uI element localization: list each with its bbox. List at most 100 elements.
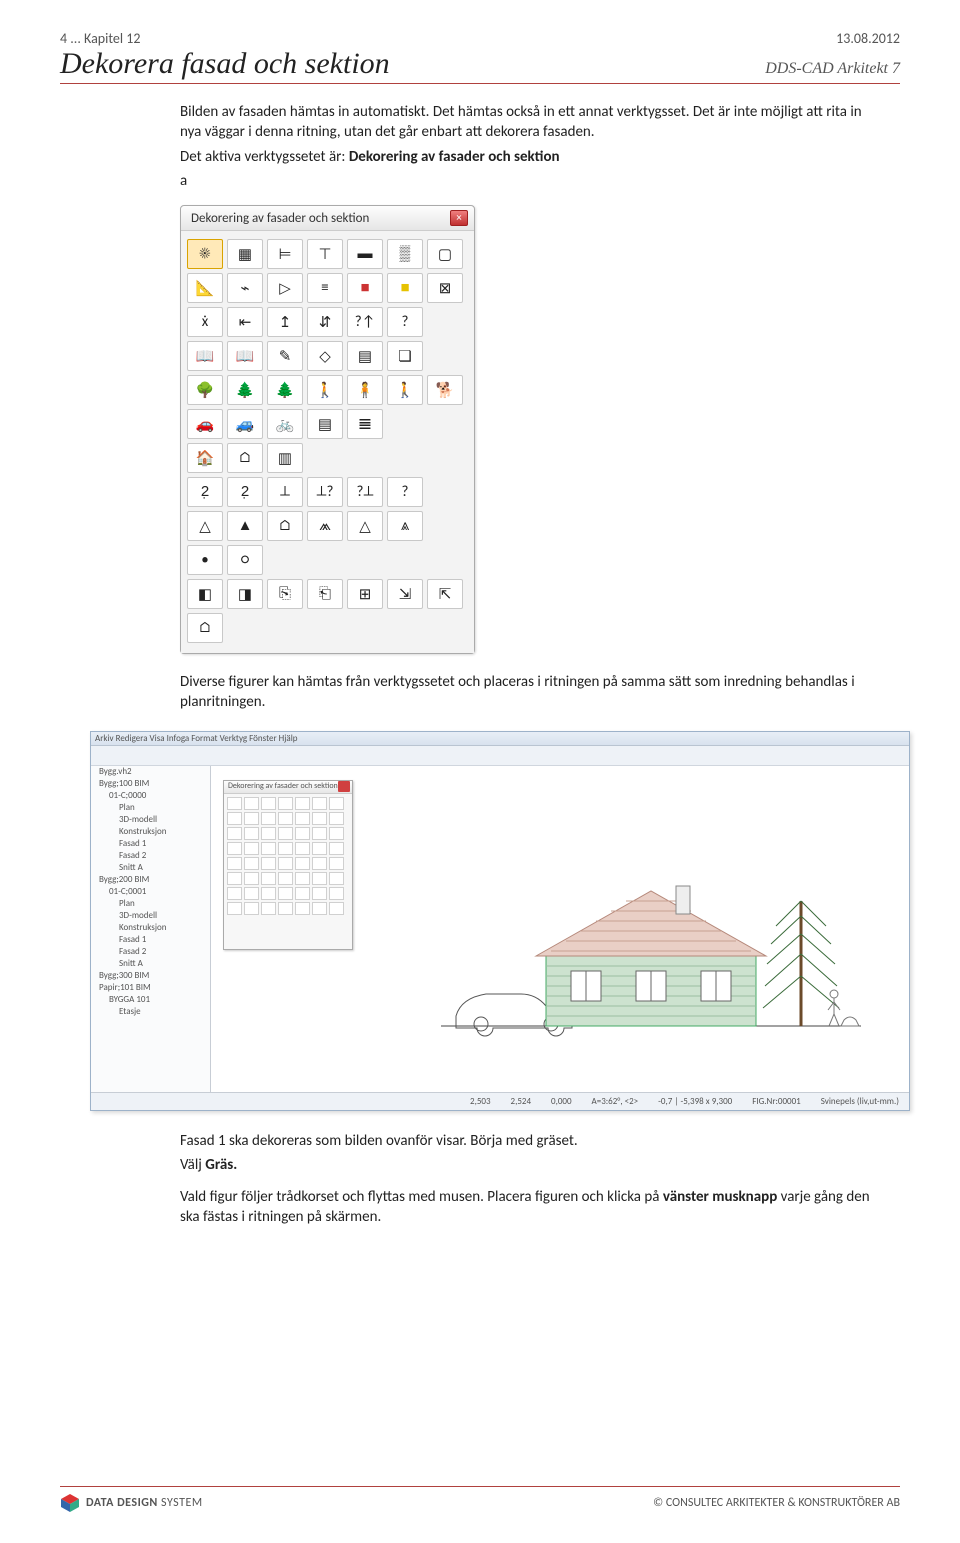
dim-ext1-icon[interactable]: ⟂ xyxy=(267,477,303,507)
mini-tool-icon[interactable] xyxy=(278,857,293,870)
mini-tool-icon[interactable] xyxy=(295,872,310,885)
mini-tool-icon[interactable] xyxy=(227,887,242,900)
dimension-icon[interactable]: ⊤ xyxy=(307,239,343,269)
mini-tool-icon[interactable] xyxy=(244,842,259,855)
roof6-icon[interactable]: ⩓ xyxy=(387,511,423,541)
mini-tool-icon[interactable] xyxy=(329,857,344,870)
mini-tool-icon[interactable] xyxy=(329,887,344,900)
car-red-icon[interactable]: 🚗 xyxy=(187,409,223,439)
arrows-updown-icon[interactable]: ⇵ xyxy=(307,307,343,337)
tree-item[interactable]: Bygg.vh2 xyxy=(91,766,210,778)
mini-tool-icon[interactable] xyxy=(312,797,327,810)
house-fill-icon[interactable]: 🏠 xyxy=(187,443,223,473)
eraser-g-icon[interactable]: ◧ xyxy=(187,579,223,609)
roof3-icon[interactable]: ⌂ xyxy=(267,511,303,541)
mini-tool-icon[interactable] xyxy=(312,887,327,900)
tree-item[interactable]: 3D-modell xyxy=(91,814,210,826)
mini-tool-icon[interactable] xyxy=(295,902,310,915)
mini-tool-icon[interactable] xyxy=(295,827,310,840)
mini-tool-icon[interactable] xyxy=(244,872,259,885)
mini-tool-icon[interactable] xyxy=(295,887,310,900)
mini-tool-icon[interactable] xyxy=(312,902,327,915)
mini-tool-icon[interactable] xyxy=(312,842,327,855)
arrow-up-icon[interactable]: ↥ xyxy=(267,307,303,337)
num-2-2-icon[interactable]: 2̣ xyxy=(227,477,263,507)
sheet-icon[interactable]: ▤ xyxy=(347,341,383,371)
props-icon[interactable]: ⊞ xyxy=(347,579,383,609)
lines-blue-icon[interactable]: ▬ xyxy=(347,239,383,269)
eraser-r-icon[interactable]: ◨ xyxy=(227,579,263,609)
mini-tool-icon[interactable] xyxy=(278,812,293,825)
triangle-right-icon[interactable]: ▷ xyxy=(267,273,303,303)
tree-item[interactable]: Fasad 1 xyxy=(91,934,210,946)
tree-item[interactable]: Bygg;100 BIM xyxy=(91,778,210,790)
roof2-icon[interactable]: ▲ xyxy=(227,511,263,541)
tree-item[interactable]: Konstruksjon xyxy=(91,826,210,838)
copy-doc-icon[interactable]: ⎘ xyxy=(267,579,303,609)
mini-tool-icon[interactable] xyxy=(244,902,259,915)
mini-tool-icon[interactable] xyxy=(244,812,259,825)
roof-button-icon[interactable]: ⌂ xyxy=(187,613,223,643)
bicycle-icon[interactable]: 🚲 xyxy=(267,409,303,439)
mini-tool-icon[interactable] xyxy=(227,827,242,840)
house-red-icon[interactable]: ⌂ xyxy=(227,443,263,473)
send-back-icon[interactable]: ⇲ xyxy=(387,579,423,609)
point2-icon[interactable]: ○ xyxy=(227,545,263,575)
tree-item[interactable]: Papir;101 BIM xyxy=(91,982,210,994)
mini-tool-icon[interactable] xyxy=(227,812,242,825)
mini-tool-icon[interactable] xyxy=(295,842,310,855)
zigzag-icon[interactable]: ⌁ xyxy=(227,273,263,303)
pencil-icon[interactable]: ✎ xyxy=(267,341,303,371)
person-blue-icon[interactable]: 🚶 xyxy=(307,375,343,405)
point-icon[interactable]: • xyxy=(187,545,223,575)
roof4-icon[interactable]: ⩕ xyxy=(307,511,343,541)
tree-item[interactable]: Bygg;300 BIM xyxy=(91,970,210,982)
mini-tool-icon[interactable] xyxy=(261,902,276,915)
num-2-1-icon[interactable]: 2̣ xyxy=(187,477,223,507)
mini-tool-icon[interactable] xyxy=(312,857,327,870)
dim-ext2-icon[interactable]: ⟂? xyxy=(307,477,343,507)
tree-item[interactable]: Fasad 1 xyxy=(91,838,210,850)
mini-tool-icon[interactable] xyxy=(295,812,310,825)
shrub-icon[interactable]: 🌲 xyxy=(227,375,263,405)
mini-tool-icon[interactable] xyxy=(295,797,310,810)
cross-box-icon[interactable]: ⊠ xyxy=(427,273,463,303)
mini-tool-icon[interactable] xyxy=(278,842,293,855)
tree-item[interactable]: BYGGA 101 xyxy=(91,994,210,1006)
mini-tool-icon[interactable] xyxy=(261,797,276,810)
mini-tool-icon[interactable] xyxy=(312,872,327,885)
mini-tool-icon[interactable] xyxy=(329,872,344,885)
layers-icon[interactable]: ▥ xyxy=(267,443,303,473)
book-open-icon[interactable]: 📖 xyxy=(187,341,223,371)
mini-tool-icon[interactable] xyxy=(278,902,293,915)
tree-item[interactable]: Plan xyxy=(91,898,210,910)
sun-dashed-icon[interactable]: ☀ xyxy=(187,239,223,269)
mini-tool-icon[interactable] xyxy=(227,902,242,915)
person-grey-icon[interactable]: 🧍 xyxy=(347,375,383,405)
tree-item[interactable]: Bygg;200 BIM xyxy=(91,874,210,886)
mini-tool-icon[interactable] xyxy=(278,827,293,840)
mini-tool-icon[interactable] xyxy=(329,842,344,855)
fill-yellow-icon[interactable]: ■ xyxy=(387,273,423,303)
tree-item[interactable]: 3D-modell xyxy=(91,910,210,922)
tree-item[interactable]: Konstruksjon xyxy=(91,922,210,934)
mini-tool-icon[interactable] xyxy=(261,857,276,870)
mini-tool-icon[interactable] xyxy=(261,842,276,855)
tree-item[interactable]: Fasad 2 xyxy=(91,850,210,862)
mini-tool-icon[interactable] xyxy=(244,827,259,840)
mini-tool-icon[interactable] xyxy=(244,797,259,810)
tree-item[interactable]: Etasje xyxy=(91,1006,210,1018)
mini-tool-icon[interactable] xyxy=(312,812,327,825)
mini-tool-icon[interactable] xyxy=(261,887,276,900)
mini-tool-icon[interactable] xyxy=(295,857,310,870)
fill-red-icon[interactable]: ■ xyxy=(347,273,383,303)
mini-tool-icon[interactable] xyxy=(227,842,242,855)
fill-pattern-icon[interactable]: ▒ xyxy=(387,239,423,269)
mini-tool-icon[interactable] xyxy=(312,827,327,840)
tree-item[interactable]: Fasad 2 xyxy=(91,946,210,958)
flip-h-icon[interactable]: ⇤ xyxy=(227,307,263,337)
mini-tool-icon[interactable] xyxy=(261,812,276,825)
box3d-icon[interactable]: ❏ xyxy=(387,341,423,371)
close-icon[interactable]: × xyxy=(450,210,468,226)
mini-tool-icon[interactable] xyxy=(329,812,344,825)
